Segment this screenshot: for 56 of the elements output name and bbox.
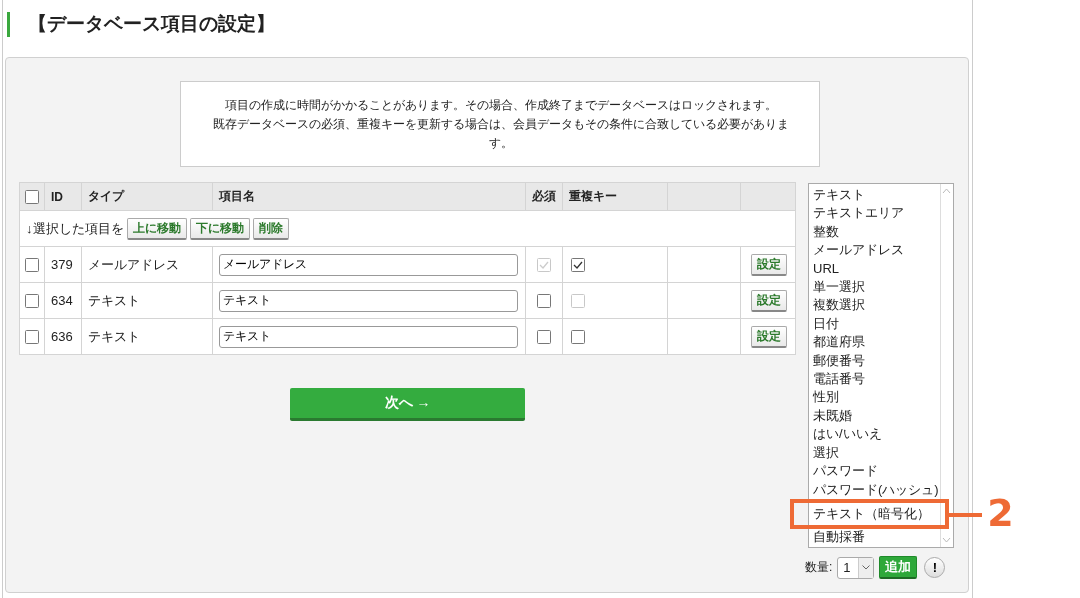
list-item[interactable]: 選択 bbox=[812, 443, 940, 463]
table-cell: 636 bbox=[51, 329, 73, 344]
list-item[interactable]: はい/いいえ bbox=[812, 425, 940, 444]
list-item[interactable]: 複数選択 bbox=[812, 296, 940, 315]
callout-number: 2 bbox=[987, 490, 1014, 535]
list-item[interactable]: テキスト bbox=[812, 186, 940, 205]
list-item[interactable]: 性別 bbox=[812, 388, 940, 407]
column-header: ID bbox=[51, 189, 64, 204]
list-item[interactable]: 電話番号 bbox=[812, 370, 940, 389]
list-item[interactable]: URL bbox=[812, 259, 940, 279]
page-title: 【データベース項目の設定】 bbox=[28, 12, 275, 36]
checkbox[interactable] bbox=[536, 329, 551, 344]
small-button[interactable]: 設定 bbox=[751, 325, 788, 348]
checkbox[interactable] bbox=[570, 257, 585, 272]
small-button[interactable]: 上に移動 bbox=[126, 217, 187, 240]
list-item[interactable]: 日付 bbox=[812, 314, 940, 334]
bulk-action-label: ↓選択した項目を bbox=[26, 219, 124, 238]
column-header: 項目名 bbox=[219, 189, 256, 203]
checkbox[interactable] bbox=[25, 257, 39, 272]
small-button[interactable]: 設定 bbox=[751, 253, 788, 276]
table-cell: テキスト bbox=[88, 292, 141, 308]
input-field[interactable]: メールアドレス bbox=[219, 253, 519, 276]
checkbox[interactable] bbox=[25, 293, 39, 308]
small-button[interactable]: 削除 bbox=[252, 217, 289, 240]
list-item[interactable]: 単一選択 bbox=[812, 278, 940, 297]
list-item[interactable]: 整数 bbox=[812, 222, 940, 242]
table-cell: 379 bbox=[51, 257, 73, 272]
list-item[interactable]: 自動採番 bbox=[812, 528, 940, 547]
list-item[interactable]: パスワード(ハッシュ) bbox=[812, 480, 940, 499]
column-header: 必須 bbox=[531, 189, 556, 203]
list-item[interactable]: パスワード bbox=[812, 462, 940, 481]
table-cell: メールアドレス bbox=[88, 256, 180, 272]
column-header: 重複キー bbox=[568, 189, 617, 203]
list-item[interactable]: 都道府県 bbox=[812, 333, 940, 352]
checkbox[interactable] bbox=[570, 329, 585, 344]
help-button[interactable]: ! bbox=[924, 557, 946, 578]
small-button[interactable]: 設定 bbox=[751, 289, 788, 312]
list-item[interactable]: メールアドレス bbox=[812, 241, 940, 260]
notice-text: 項目の作成に時間がかかることがあります。その場合、作成終了までデータベースはロックされます。 bbox=[224, 97, 778, 114]
column-header: タイプ bbox=[88, 189, 125, 203]
list-item[interactable]: テキストエリア bbox=[812, 204, 940, 223]
checkbox[interactable] bbox=[25, 329, 39, 344]
list-item[interactable]: テキスト（暗号化） bbox=[812, 504, 940, 524]
notice-text: 既存データベースの必須、重複キーを更新する場合は、会員データもその条件に合致している必要があります。 bbox=[212, 116, 790, 152]
input-field[interactable]: テキスト bbox=[219, 289, 519, 312]
list-item[interactable]: 未既婚 bbox=[812, 406, 940, 426]
table-cell: テキスト bbox=[88, 328, 141, 344]
caret-icon bbox=[862, 565, 871, 570]
list-item[interactable]: 郵便番号 bbox=[812, 351, 940, 371]
quantity-label: 数量: bbox=[805, 559, 833, 576]
checkbox[interactable] bbox=[536, 293, 551, 308]
checkbox[interactable] bbox=[25, 189, 39, 204]
table-cell: 634 bbox=[51, 293, 73, 308]
quantity-select[interactable]: 1 bbox=[837, 556, 875, 579]
small-button[interactable]: 下に移動 bbox=[189, 217, 250, 240]
input-field[interactable]: テキスト bbox=[219, 325, 519, 348]
